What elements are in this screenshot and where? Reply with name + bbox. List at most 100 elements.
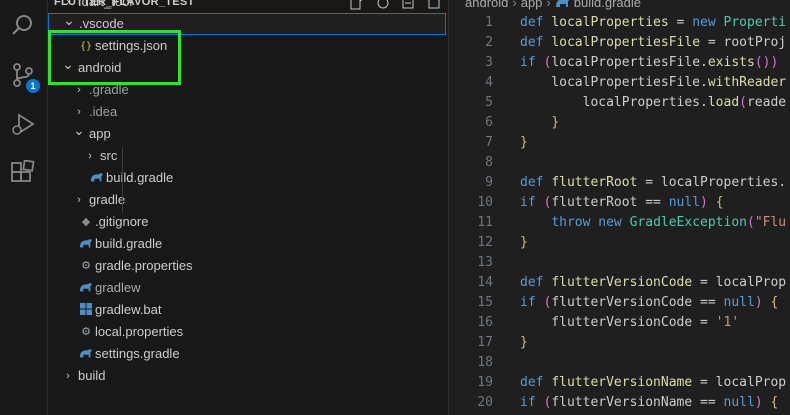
code-text: throw new GradleException("Flu — [551, 215, 787, 230]
tree-item[interactable]: ⌄ .vscode — [48, 10, 446, 35]
tree-item[interactable]: › .dart_tool — [48, 0, 446, 13]
tree-item-label: gradlew — [95, 280, 141, 295]
tree-item[interactable]: build.gradle — [48, 167, 446, 189]
chevron-right-icon[interactable]: › — [62, 365, 74, 387]
tree-item[interactable]: › .idea — [48, 101, 446, 123]
code-text: localPropertiesFile.withReader — [520, 75, 787, 90]
search-icon[interactable] — [10, 12, 36, 38]
tree-item-label: gradle — [89, 192, 126, 207]
gradle-icon — [90, 171, 104, 185]
code-line: 15 if (flutterVersionCode == null) { — [449, 293, 790, 313]
line-number: 18 — [477, 355, 493, 370]
code-line: 20 if (flutterVersionName == null) { — [449, 393, 790, 413]
code-line: 9 def flutterRoot = localProperties. — [449, 173, 790, 193]
chevron-down-icon[interactable]: ⌄ — [63, 10, 75, 30]
code-line: 18 — [449, 353, 790, 373]
tree-item-label: gradle.properties — [95, 258, 193, 273]
chevron-down-icon[interactable]: ⌄ — [62, 53, 74, 75]
editor: android › app › build.gradle 1 def localPrope… — [449, 0, 790, 415]
tree-item[interactable]: settings.gradle — [48, 343, 446, 365]
tree-item-label: local.properties — [95, 324, 184, 339]
tree-item-label: .vscode — [79, 16, 124, 31]
line-number: 3 — [485, 55, 493, 70]
activity-bar: 1 — [0, 0, 48, 415]
tree-item[interactable]: › gradle — [48, 189, 446, 211]
tree-item[interactable]: › .gradle — [48, 79, 446, 101]
tree-item[interactable]: › build — [48, 365, 446, 387]
line-number: 17 — [477, 335, 493, 350]
chevron-right-icon[interactable]: › — [73, 79, 85, 101]
windows-icon — [79, 303, 93, 317]
breadcrumb: android › app › build.gradle — [465, 0, 641, 12]
tree-item-label: .gradle — [89, 82, 129, 97]
code-text: if (flutterRoot == null) { — [520, 195, 724, 210]
gear-icon: ⚙ — [81, 326, 91, 338]
code-text: } — [520, 235, 528, 250]
tree-item[interactable]: gradlew.bat — [48, 299, 446, 321]
tree-item-label: src — [100, 148, 118, 163]
source-control-badge: 1 — [26, 79, 40, 93]
code-text: if (localPropertiesFile.exists()) — [520, 55, 779, 70]
indent-guide — [122, 147, 123, 213]
tree-item-label: android — [78, 60, 122, 75]
code-line: 7} — [449, 133, 790, 153]
code-text: def flutterVersionCode = localProp — [520, 275, 787, 290]
line-number: 9 — [485, 175, 493, 190]
line-number: 11 — [477, 215, 493, 230]
code-line: 4 localPropertiesFile.withReader — [449, 73, 790, 93]
code-text: def localProperties = new Properti — [520, 15, 787, 30]
code-line: 2 def localPropertiesFile = rootProj — [449, 33, 790, 53]
code-line: 17} — [449, 333, 790, 353]
tree-item[interactable]: build.gradle — [48, 233, 446, 255]
code-text: localProperties.load(reade — [520, 95, 787, 110]
code-line: 3 if (localPropertiesFile.exists()) — [449, 53, 790, 73]
code-text: def flutterRoot = localProperties. — [520, 175, 787, 190]
chevron-down-icon[interactable]: ⌄ — [73, 119, 85, 141]
tree-item[interactable]: ⚙ local.properties — [48, 321, 446, 343]
line-number: 8 — [485, 155, 493, 170]
tree-item[interactable]: ⚙ gradle.properties — [48, 255, 446, 277]
gradle-icon — [555, 0, 571, 7]
run-debug-icon[interactable] — [10, 112, 36, 138]
tree-item-label: .idea — [89, 104, 118, 119]
code-line: 12} — [449, 233, 790, 253]
code-text: } — [520, 135, 528, 150]
extensions-icon[interactable] — [10, 159, 36, 186]
tree-item-label: gradlew.bat — [95, 302, 162, 317]
tree-item[interactable]: gradlew — [48, 277, 446, 299]
tree-item[interactable]: ◆ .gitignore — [48, 211, 446, 233]
tree-item-label: .dart_tool — [78, 0, 133, 9]
code-text: } — [551, 115, 560, 130]
line-number: 20 — [477, 395, 493, 410]
tree-item[interactable]: ⌄ app — [48, 122, 446, 145]
tree-item-label: .gitignore — [95, 214, 149, 229]
code-text: } — [520, 335, 528, 350]
code-line: 8 — [449, 153, 790, 173]
code-line: 11 throw new GradleException("Flu — [449, 213, 790, 233]
tree-item-label: app — [89, 126, 111, 141]
line-number: 5 — [485, 95, 493, 110]
line-number: 1 — [485, 15, 493, 30]
chevron-right-icon[interactable]: › — [84, 145, 96, 167]
code-line: 16 flutterVersionCode = '1' — [449, 313, 790, 333]
code-text: def flutterVersionName = localProp — [520, 375, 787, 390]
breadcrumb-app[interactable]: app — [521, 0, 543, 10]
breadcrumb-file[interactable]: build.gradle — [574, 0, 641, 10]
tree-item[interactable]: ⌄ android — [48, 56, 446, 79]
line-number: 12 — [477, 235, 493, 250]
breadcrumb-android[interactable]: android — [465, 0, 508, 10]
tree-item-label: settings.json — [95, 38, 168, 53]
code-line: 19 def flutterVersionName = localProp — [449, 373, 790, 393]
breadcrumb-separator-icon: › — [546, 0, 551, 10]
gradle-icon — [79, 237, 93, 251]
tree-item-label: settings.gradle — [95, 346, 180, 361]
line-number: 6 — [485, 115, 493, 130]
code-text: flutterVersionCode = '1' — [520, 315, 740, 330]
tree-item[interactable]: {} settings.json — [48, 35, 446, 57]
code-line: 14 def flutterVersionCode = localProp — [449, 273, 790, 293]
line-number: 16 — [477, 315, 493, 330]
line-number: 19 — [477, 375, 493, 390]
line-number: 4 — [485, 75, 493, 90]
chevron-right-icon[interactable]: › — [73, 189, 85, 211]
tree-item[interactable]: › src — [48, 145, 446, 167]
